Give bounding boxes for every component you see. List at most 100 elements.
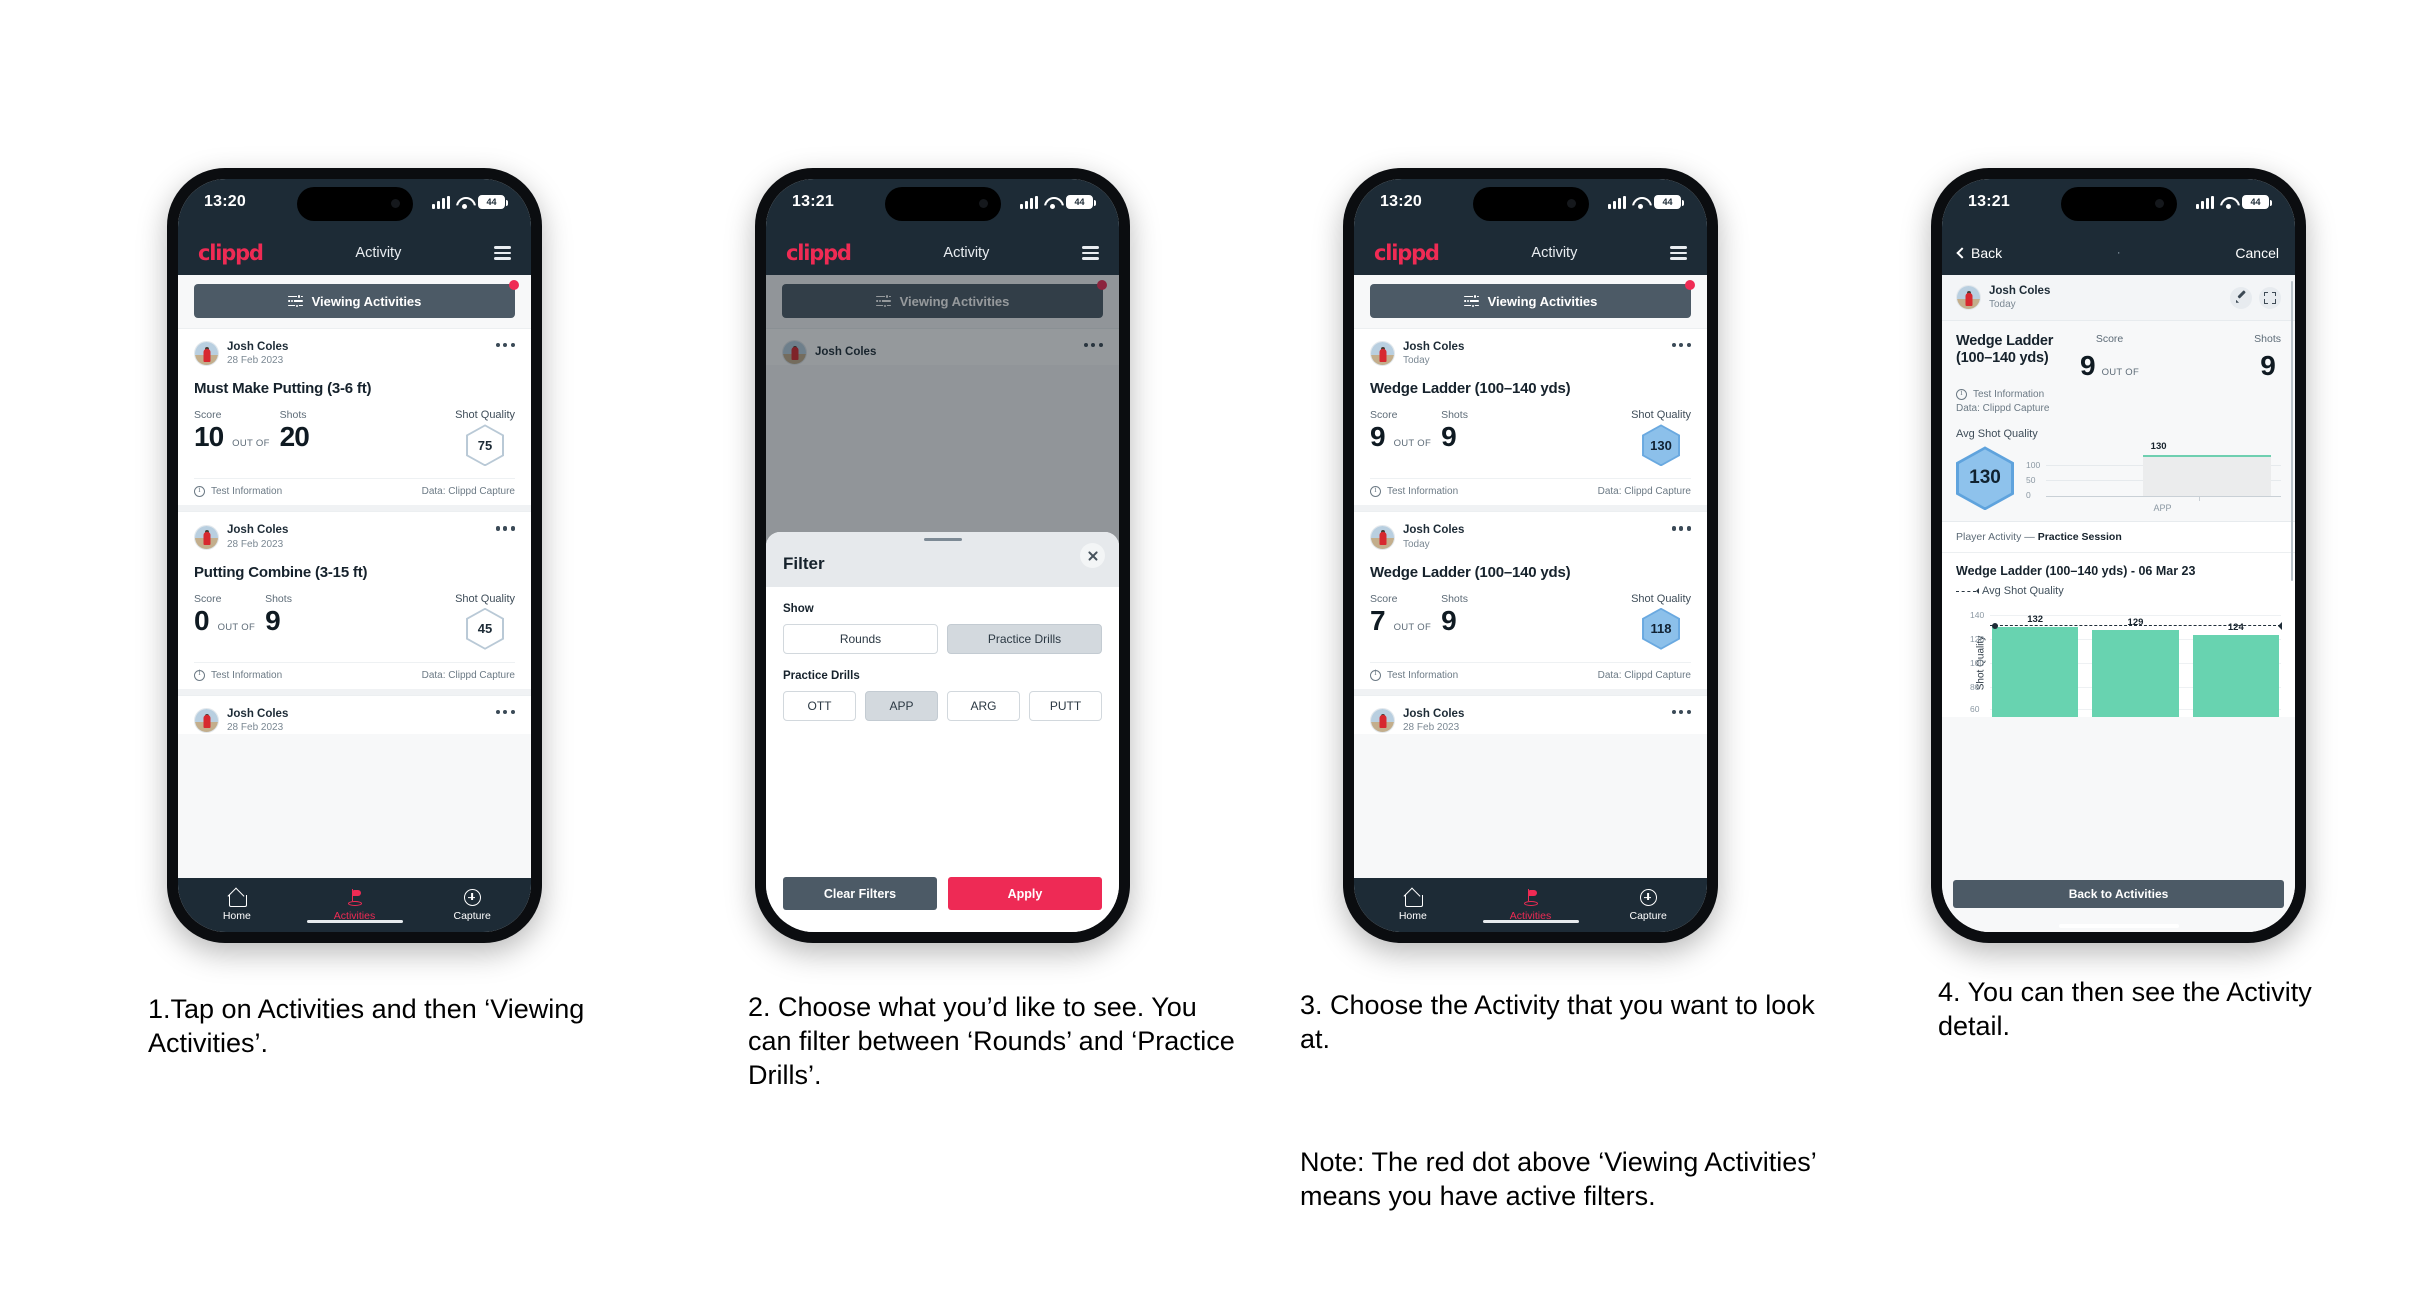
- test-information[interactable]: Test Information: [1956, 388, 2281, 401]
- card-menu-icon[interactable]: [1671, 707, 1691, 714]
- mini-chart-xlabel: APP: [2153, 503, 2172, 514]
- hamburger-icon[interactable]: [1081, 246, 1099, 260]
- status-bar: 13:21 44: [766, 179, 1119, 231]
- tab-capture[interactable]: Capture: [413, 888, 531, 922]
- card-menu-icon[interactable]: [495, 707, 515, 714]
- card-menu-icon[interactable]: [1671, 523, 1691, 531]
- activity-card[interactable]: Josh Coles 28 Feb 2023 Putting Combine (…: [178, 511, 531, 689]
- activity-card[interactable]: Josh Coles 28 Feb 2023: [1354, 694, 1707, 735]
- shot-quality-value: 130: [1644, 426, 1679, 465]
- card-menu-icon[interactable]: [1671, 340, 1691, 348]
- user-date: Today: [1403, 538, 1430, 550]
- plus-circle-icon: [1639, 888, 1657, 906]
- user-name: Josh Coles: [1403, 707, 1465, 720]
- chart-legend: Avg Shot Quality: [1956, 585, 2281, 597]
- tab-home[interactable]: Home: [1354, 888, 1472, 922]
- viewing-activities-wrap: Viewing Activities: [1354, 275, 1707, 328]
- avg-shot-quality-value: 130: [1959, 449, 2011, 508]
- card-menu-icon[interactable]: [495, 523, 515, 531]
- scrollbar[interactable]: [2290, 281, 2293, 581]
- chevron-left-icon: [1956, 247, 1968, 259]
- edit-button[interactable]: [2230, 286, 2252, 309]
- shot-quality-label: Shot Quality: [455, 409, 515, 422]
- hamburger-icon[interactable]: [493, 246, 511, 260]
- apply-button[interactable]: Apply: [948, 877, 1102, 910]
- test-information[interactable]: Test Information: [1370, 485, 1458, 498]
- tab-activities[interactable]: Activities: [1472, 888, 1590, 922]
- nav-center-dot: ·: [2116, 247, 2121, 259]
- back-button[interactable]: Back: [1956, 245, 2003, 261]
- back-to-activities-button[interactable]: Back to Activities: [1953, 880, 2284, 908]
- avg-line-legend-icon: [1956, 588, 1979, 595]
- card-menu-icon[interactable]: [495, 340, 515, 348]
- shots-value: 9: [265, 604, 281, 636]
- activity-title: Must Make Putting (3-6 ft): [194, 380, 372, 398]
- score-value: 10: [194, 421, 224, 453]
- viewing-activities-button[interactable]: Viewing Activities: [194, 280, 519, 318]
- tab-capture[interactable]: Capture: [1589, 888, 1707, 922]
- caption-1: 1.Tap on Activities and then ‘Viewing Ac…: [148, 994, 585, 1059]
- data-source-label: Data: Clippd Capture: [421, 669, 515, 681]
- card-footer: Test Information Data: Clippd Capture: [1370, 661, 1691, 689]
- plus-circle-icon: [463, 888, 481, 906]
- chart-ytick: 120: [1970, 634, 1985, 645]
- activity-card[interactable]: Josh Coles Today Wedge Ladder (100–140 y…: [1354, 328, 1707, 506]
- shot-quality-bar-chart: Shot Quality 140 120 100 80 60 132 129 1…: [1956, 609, 2282, 718]
- score-block: Score 10 OUT OF: [194, 409, 270, 451]
- detail-summary: Wedge Ladder (100–140 yds) Score 9 OUT O…: [1956, 333, 2281, 380]
- activity-card[interactable]: Josh Coles 28 Feb 2023 Must Make Putting…: [178, 328, 531, 506]
- sliders-icon: [287, 294, 303, 308]
- show-group-label: Show: [783, 603, 814, 615]
- tab-activities[interactable]: Activities: [296, 888, 414, 922]
- avatar: [1956, 285, 1981, 311]
- tab-home[interactable]: Home: [178, 888, 296, 922]
- activity-card[interactable]: Josh Coles 28 Feb 2023: [178, 694, 531, 735]
- test-information[interactable]: Test Information: [1370, 668, 1458, 681]
- back-label: Back: [1971, 245, 2003, 261]
- drag-handle[interactable]: [923, 538, 962, 542]
- home-indicator: [2058, 924, 2179, 928]
- filter-option-arg[interactable]: ARG: [947, 691, 1020, 721]
- sliders-icon: [1463, 294, 1479, 308]
- status-indicators: 44: [432, 195, 508, 209]
- battery-icon: 44: [478, 195, 508, 209]
- wifi-icon: [2220, 196, 2236, 209]
- close-icon[interactable]: [1080, 543, 1105, 568]
- score-block: Score 9 OUT OF: [1370, 409, 1431, 451]
- shot-quality-value: 45: [468, 609, 503, 648]
- info-icon: [194, 668, 205, 681]
- filter-option-putt[interactable]: PUTT: [1029, 691, 1102, 721]
- shots-label: Shots: [2254, 333, 2281, 346]
- expand-button[interactable]: [2259, 286, 2281, 309]
- cancel-button[interactable]: Cancel: [2235, 245, 2279, 261]
- viewing-activities-button[interactable]: Viewing Activities: [1370, 280, 1695, 318]
- test-information[interactable]: Test Information: [194, 485, 282, 498]
- filter-option-practice-drills[interactable]: Practice Drills: [947, 624, 1102, 654]
- filter-option-ott[interactable]: OTT: [783, 691, 856, 721]
- golf-flag-icon: [347, 888, 363, 906]
- app-header: clippd Activity: [766, 231, 1119, 275]
- caption-4: 4. You can then see the Activity detail.: [1938, 977, 2312, 1042]
- activity-list: Viewing Activities Josh Coles Today Wedg…: [1354, 275, 1707, 878]
- avg-shot-quality-hexagon: 130: [1956, 446, 2014, 511]
- battery-icon: 44: [1066, 195, 1096, 209]
- phone-3: 13:20 44 clippd Activity Viewing Activit…: [1343, 168, 1718, 943]
- show-options: Rounds Practice Drills: [783, 624, 1102, 654]
- activity-card[interactable]: Josh Coles Today Wedge Ladder (100–140 y…: [1354, 511, 1707, 689]
- cellular-signal-icon: [432, 195, 450, 209]
- user-date: 28 Feb 2023: [227, 722, 284, 734]
- filter-option-rounds[interactable]: Rounds: [783, 624, 938, 654]
- shots-value: 9: [1441, 421, 1457, 453]
- test-information[interactable]: Test Information: [194, 668, 282, 681]
- caption-3: 3. Choose the Activity that you want to …: [1300, 990, 1815, 1055]
- out-of-label: OUT OF: [2101, 367, 2140, 379]
- wifi-icon: [456, 196, 472, 209]
- card-user: Josh Coles 28 Feb 2023: [194, 523, 288, 550]
- clear-filters-button[interactable]: Clear Filters: [783, 877, 937, 910]
- hamburger-icon[interactable]: [1669, 246, 1687, 260]
- score-label: Score: [2095, 333, 2124, 346]
- clippd-logo: clippd: [1374, 241, 1440, 265]
- battery-icon: 44: [1654, 195, 1684, 209]
- shot-quality-block: Shot Quality 45: [455, 593, 515, 650]
- filter-option-app[interactable]: APP: [865, 691, 938, 721]
